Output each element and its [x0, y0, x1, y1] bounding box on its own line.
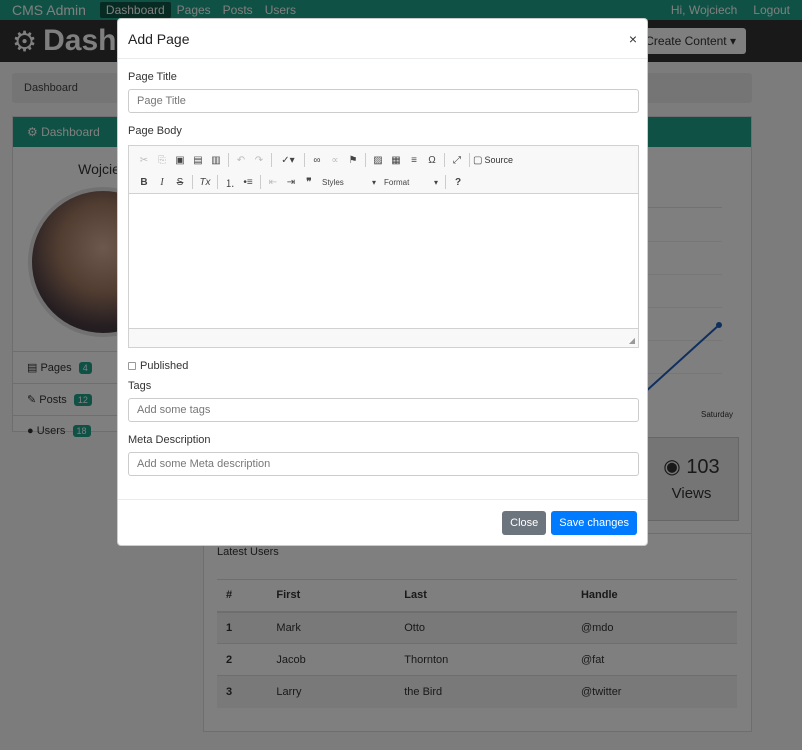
cut-icon[interactable]: ✂ — [135, 151, 153, 169]
table-icon[interactable]: ▦ — [387, 151, 405, 169]
rich-text-editor: ✂ ⎘ ▣ ▤ ▥ ↶ ↷ ✓▾ ∞ ∝ ⚑ ▨ ▦ ≡ Ω ⤢ ▢ Sourc… — [128, 145, 639, 348]
numbered-list-icon[interactable]: ⒈ — [221, 173, 239, 191]
editor-toolbar: ✂ ⎘ ▣ ▤ ▥ ↶ ↷ ✓▾ ∞ ∝ ⚑ ▨ ▦ ≡ Ω ⤢ ▢ Sourc… — [129, 146, 638, 194]
editor-status-bar: ◢ — [129, 328, 638, 347]
modal-footer: Close Save changes — [118, 499, 647, 545]
tags-label: Tags — [128, 380, 152, 392]
copy-icon[interactable]: ⎘ — [153, 151, 171, 169]
paste-text-icon[interactable]: ▤ — [189, 151, 207, 169]
chevron-down-icon: ▾ — [433, 177, 438, 187]
page-body-label: Page Body — [128, 125, 182, 137]
help-icon[interactable]: ? — [449, 173, 467, 191]
unlink-icon[interactable]: ∝ — [326, 151, 344, 169]
source-label: Source — [484, 155, 513, 165]
chevron-down-icon: ▾ — [371, 177, 376, 187]
toolbar-separator — [365, 153, 366, 167]
redo-icon[interactable]: ↷ — [250, 151, 268, 169]
close-icon[interactable]: × — [629, 31, 637, 47]
spellcheck-icon[interactable]: ✓▾ — [275, 151, 301, 169]
remove-format-icon[interactable]: Tx — [196, 173, 214, 191]
modal-title: Add Page — [128, 30, 190, 47]
toolbar-separator — [217, 175, 218, 189]
styles-dropdown[interactable]: Styles ▾ — [318, 178, 380, 187]
editor-content-area[interactable] — [129, 194, 638, 328]
toolbar-separator — [304, 153, 305, 167]
toolbar-separator — [192, 175, 193, 189]
source-button[interactable]: ▢ Source — [473, 151, 513, 169]
toolbar-row-2: B I S Tx ⒈ •≡ ⇤ ⇥ ❞ Styles ▾ Format ▾ ? — [135, 171, 632, 193]
toolbar-separator — [469, 153, 470, 167]
format-label: Format — [384, 177, 410, 187]
paste-icon[interactable]: ▣ — [171, 151, 189, 169]
toolbar-separator — [260, 175, 261, 189]
page-title-label: Page Title — [128, 71, 177, 83]
published-row: Published — [128, 360, 637, 372]
page-title-input[interactable] — [128, 89, 639, 113]
outdent-icon[interactable]: ⇤ — [264, 173, 282, 191]
add-page-modal: Add Page × Page Title Page Body ✂ ⎘ ▣ ▤ … — [117, 18, 648, 546]
tags-input[interactable] — [128, 398, 639, 422]
special-char-icon[interactable]: Ω — [423, 151, 441, 169]
save-changes-button[interactable]: Save changes — [551, 510, 637, 535]
indent-icon[interactable]: ⇥ — [282, 173, 300, 191]
modal-body: Page Title Page Body ✂ ⎘ ▣ ▤ ▥ ↶ ↷ ✓▾ ∞ — [118, 71, 647, 476]
resize-grip-icon[interactable]: ◢ — [629, 336, 635, 345]
blockquote-icon[interactable]: ❞ — [300, 173, 318, 191]
toolbar-row-1: ✂ ⎘ ▣ ▤ ▥ ↶ ↷ ✓▾ ∞ ∝ ⚑ ▨ ▦ ≡ Ω ⤢ ▢ Sourc… — [135, 149, 632, 171]
published-checkbox[interactable] — [128, 362, 136, 370]
horizontal-line-icon[interactable]: ≡ — [405, 151, 423, 169]
anchor-flag-icon[interactable]: ⚑ — [344, 151, 362, 169]
published-label: Published — [140, 360, 189, 372]
bold-icon[interactable]: B — [135, 173, 153, 191]
toolbar-separator — [445, 175, 446, 189]
bulleted-list-icon[interactable]: •≡ — [239, 173, 257, 191]
format-dropdown[interactable]: Format ▾ — [380, 178, 442, 187]
toolbar-separator — [444, 153, 445, 167]
modal-header: Add Page × — [118, 19, 647, 59]
image-icon[interactable]: ▨ — [369, 151, 387, 169]
paste-word-icon[interactable]: ▥ — [207, 151, 225, 169]
undo-icon[interactable]: ↶ — [232, 151, 250, 169]
toolbar-separator — [228, 153, 229, 167]
maximize-icon[interactable]: ⤢ — [448, 151, 466, 169]
close-button[interactable]: Close — [502, 510, 547, 535]
source-icon: ▢ — [473, 154, 483, 166]
italic-icon[interactable]: I — [153, 173, 171, 191]
link-icon[interactable]: ∞ — [308, 151, 326, 169]
strikethrough-icon[interactable]: S — [171, 173, 189, 191]
meta-description-label: Meta Description — [128, 434, 211, 446]
styles-label: Styles — [322, 177, 344, 187]
meta-description-input[interactable] — [128, 452, 639, 476]
toolbar-separator — [271, 153, 272, 167]
